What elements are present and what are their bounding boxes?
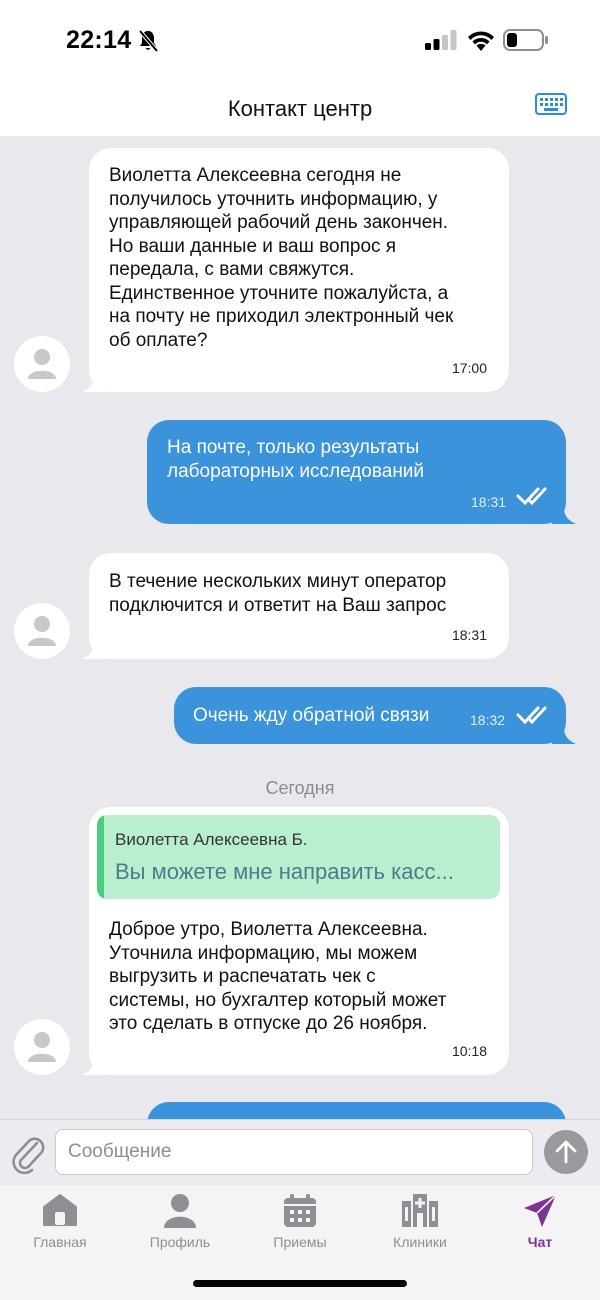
quote-author: Виолетта Алексеевна Б.	[115, 830, 308, 849]
person-icon	[164, 1194, 196, 1228]
send-plane-icon	[524, 1194, 557, 1227]
tab-clinics[interactable]: Клиники	[360, 1193, 480, 1253]
message-incoming[interactable]: В течение нескольких минут оператор подкл…	[89, 553, 509, 659]
message-incoming[interactable]: Виолетта Алексеевна Б. Вы можете мне нап…	[89, 807, 509, 1075]
tab-label: Главная	[33, 1234, 87, 1250]
home-indicator	[193, 1280, 407, 1287]
tab-label: Профиль	[149, 1234, 211, 1250]
message-outgoing[interactable]: Очень жду обратной связи 18:32	[174, 687, 566, 744]
message-incoming[interactable]: Виолетта Алексеевна сегодня не получилось…	[89, 148, 509, 392]
tab-label: Чат	[527, 1234, 553, 1250]
message-text: Виолетта Алексеевна сегодня не получилось…	[109, 165, 454, 351]
message-input[interactable]	[55, 1129, 533, 1175]
keyboard-icon[interactable]	[535, 93, 567, 115]
battery-icon	[503, 29, 548, 51]
quote-bar	[97, 815, 104, 899]
read-check-icon	[516, 487, 547, 506]
reply-quote[interactable]: Виолетта Алексеевна Б. Вы можете мне нап…	[97, 815, 500, 899]
tab-label: Клиники	[393, 1234, 447, 1250]
page-title: Контакт центр	[227, 96, 373, 121]
avatar	[14, 603, 70, 659]
message-text: В течение нескольких минут оператор подкл…	[109, 571, 447, 616]
wifi-icon	[468, 31, 494, 51]
person-icon	[28, 349, 56, 379]
calendar-icon	[284, 1194, 316, 1227]
clinic-icon	[402, 1194, 438, 1227]
person-icon	[28, 1032, 56, 1062]
bell-muted-icon	[138, 29, 159, 53]
status-bar: 22:14	[0, 0, 600, 80]
status-time: 22:14	[66, 26, 132, 54]
message-time: 10:18	[451, 1043, 487, 1059]
arrow-up-icon	[555, 1140, 577, 1164]
signal-icon	[425, 30, 457, 50]
message-time: 18:32	[470, 712, 506, 728]
message-text: Очень жду обратной связи	[193, 705, 430, 726]
message-text: Доброе утро, Виолетта Алексеевна. Уточнил…	[109, 919, 447, 1034]
day-separator: Сегодня	[265, 778, 335, 798]
home-icon	[43, 1194, 77, 1226]
message-time: 18:31	[451, 627, 487, 643]
tab-label: Приемы	[273, 1234, 327, 1250]
avatar	[14, 1019, 70, 1075]
tab-appointments[interactable]: Приемы	[240, 1193, 360, 1253]
message-time: 18:31	[471, 494, 507, 510]
send-button[interactable]	[544, 1130, 588, 1174]
avatar	[14, 336, 70, 392]
header: Контакт центр	[0, 80, 600, 136]
tab-profile[interactable]: Профиль	[120, 1193, 240, 1253]
person-icon	[28, 616, 56, 646]
paperclip-icon[interactable]	[10, 1134, 46, 1174]
message-outgoing[interactable]: На почте, только результаты лабораторных …	[147, 420, 566, 524]
message-text: На почте, только результаты лабораторных …	[167, 437, 425, 482]
quote-text: Вы можете мне направить касс...	[115, 859, 454, 884]
chat-messages[interactable]: Виолетта Алексеевна сегодня не получилось…	[0, 136, 600, 1119]
message-outgoing-partial[interactable]	[147, 1102, 566, 1119]
message-composer	[0, 1119, 600, 1186]
read-check-icon	[516, 706, 547, 725]
tab-home[interactable]: Главная	[0, 1193, 120, 1253]
tab-chat[interactable]: Чат	[480, 1193, 600, 1253]
message-time: 17:00	[451, 360, 487, 376]
